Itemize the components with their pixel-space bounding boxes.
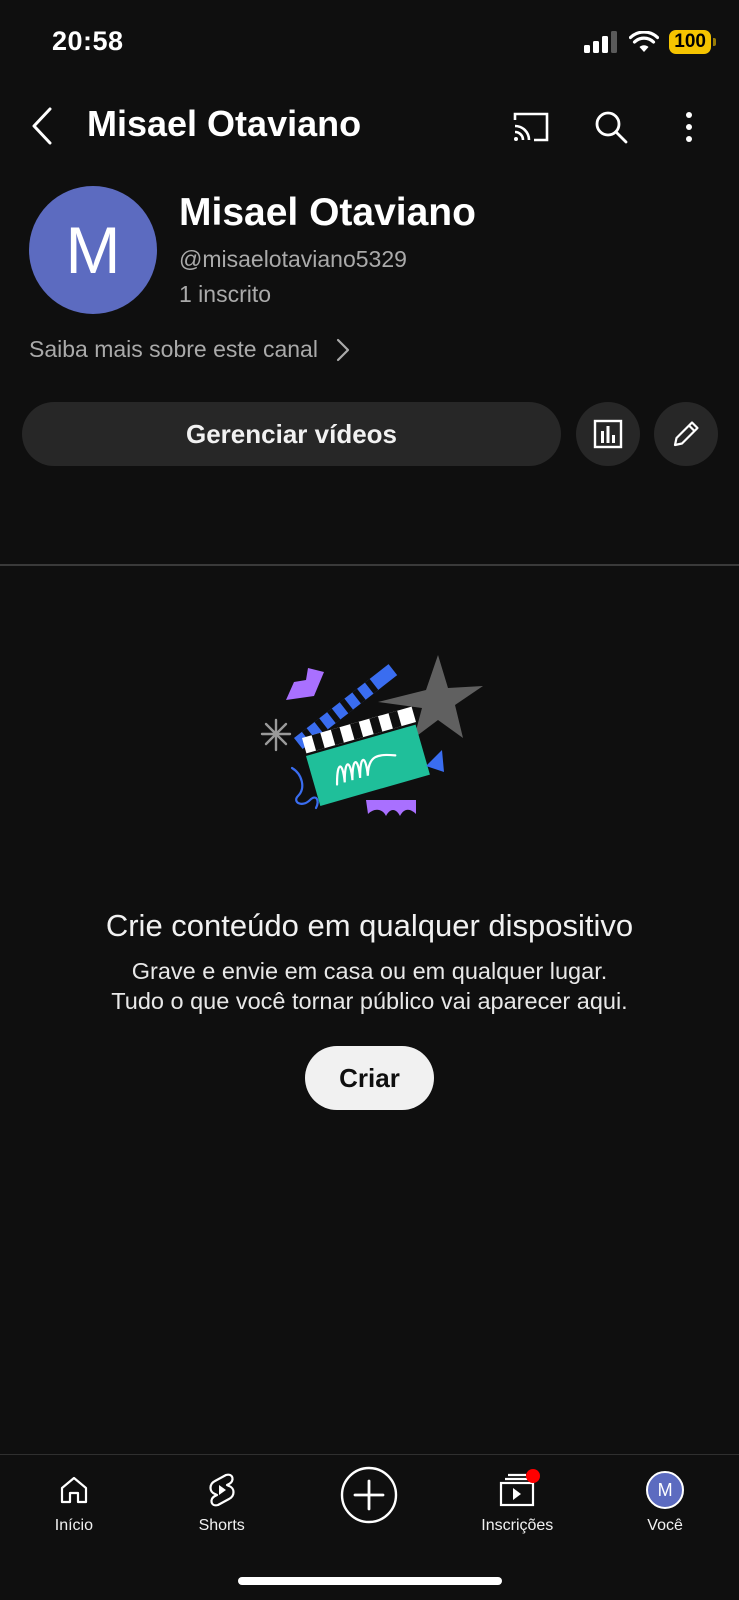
avatar: M — [646, 1471, 685, 1509]
home-icon — [60, 1476, 87, 1504]
battery-indicator: 100 — [669, 30, 716, 54]
create-plus-icon — [341, 1466, 398, 1524]
chevron-right-icon — [336, 338, 350, 361]
nav-label-you: Você — [647, 1517, 683, 1534]
notification-badge — [526, 1469, 541, 1483]
more-vert-icon — [686, 112, 692, 142]
nav-label-shorts: Shorts — [198, 1517, 245, 1534]
nav-label-subscriptions: Inscrições — [481, 1517, 554, 1534]
cast-icon — [513, 112, 549, 142]
clapperboard-illustration — [260, 655, 483, 816]
analytics-button[interactable] — [576, 402, 640, 466]
pencil-icon — [673, 421, 699, 447]
nav-item-you[interactable]: M Você — [591, 1455, 739, 1600]
status-icons: 100 — [583, 30, 716, 54]
about-channel-link[interactable]: Saiba mais sobre este canal — [29, 336, 350, 363]
cast-button[interactable] — [509, 105, 553, 149]
channel-avatar[interactable]: M — [29, 186, 157, 314]
chevron-left-icon — [32, 107, 52, 145]
manage-videos-button[interactable]: Gerenciar vídeos — [22, 402, 561, 466]
channel-name: Misael Otaviano — [179, 191, 476, 234]
search-icon — [595, 111, 628, 144]
signal-icon — [584, 31, 618, 53]
about-channel-label: Saiba mais sobre este canal — [29, 336, 318, 362]
analytics-icon — [593, 419, 623, 449]
edit-channel-button[interactable] — [654, 402, 718, 466]
shorts-icon — [209, 1473, 235, 1507]
home-indicator — [238, 1577, 502, 1585]
empty-state-title: Crie conteúdo em qualquer dispositivo — [105, 908, 634, 943]
empty-state-line-1: Grave e envie em casa ou em qualquer lug… — [131, 958, 608, 984]
wifi-icon — [629, 31, 660, 52]
subscriber-count: 1 inscrito — [179, 281, 272, 307]
channel-handle: @misaelotaviano5329 — [179, 246, 407, 272]
page-title: Misael Otaviano — [87, 103, 362, 144]
create-button[interactable]: Criar — [305, 1046, 434, 1110]
search-button[interactable] — [589, 105, 633, 149]
nav-item-home[interactable]: Início — [0, 1455, 148, 1600]
status-time: 20:58 — [52, 26, 124, 56]
empty-state-line-2: Tudo o que você tornar público vai apare… — [111, 988, 628, 1014]
more-options-button[interactable] — [667, 105, 711, 149]
nav-label-home: Início — [54, 1517, 94, 1534]
back-button[interactable] — [26, 106, 58, 146]
section-divider — [0, 564, 739, 566]
